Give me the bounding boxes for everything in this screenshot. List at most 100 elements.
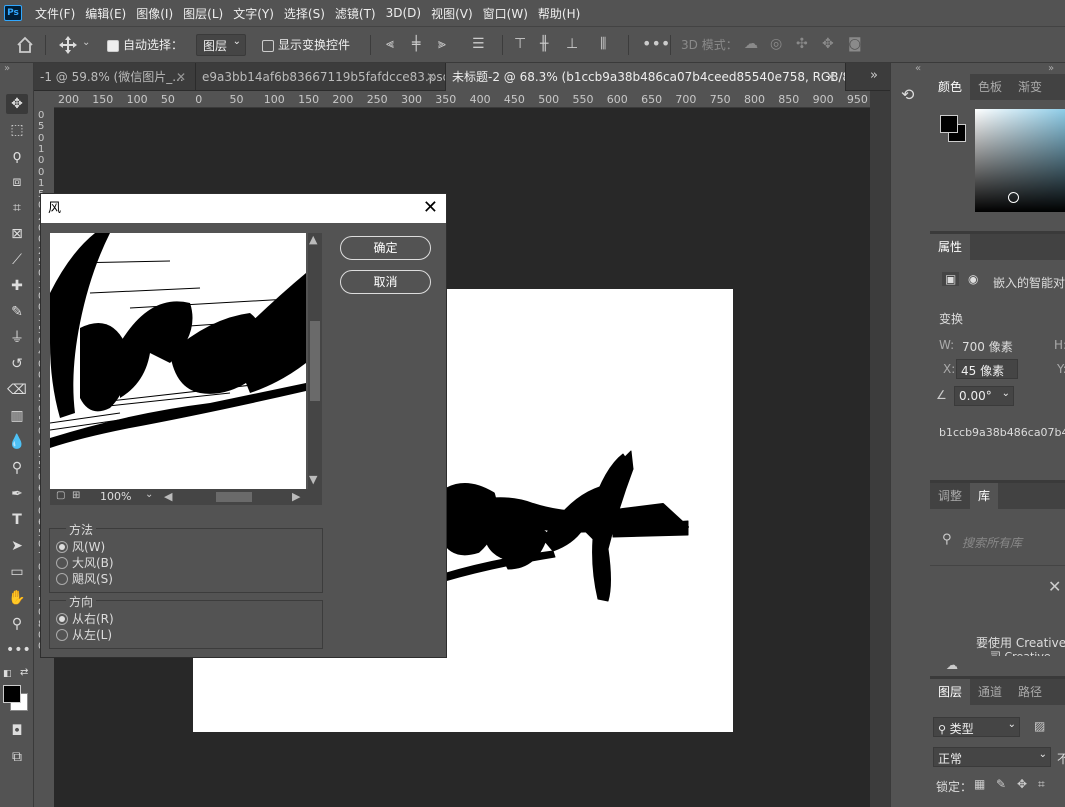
slide-3d-icon[interactable]: ✥ — [822, 36, 834, 52]
tab-paths[interactable]: 路径 — [1010, 679, 1050, 705]
distribute-h-icon[interactable]: ⫼ — [600, 36, 606, 52]
fg-color-swatch[interactable] — [940, 115, 958, 133]
h-scroll-thumb[interactable] — [216, 492, 252, 502]
tab-gradients[interactable]: 渐变 — [1010, 74, 1050, 100]
zoom-tool-icon[interactable]: ⚲ — [6, 614, 28, 634]
scroll-thumb[interactable] — [310, 321, 320, 401]
arrow-left-icon[interactable]: ◀ — [164, 490, 172, 503]
cloud-sync-icon[interactable]: ☁ — [946, 658, 958, 672]
lock-pixels-icon[interactable]: ▦ — [974, 777, 985, 791]
layer-kind-filter[interactable]: ⚲ 类型 ⌄ — [933, 717, 1020, 737]
menu-window[interactable]: 窗口(W) — [478, 5, 533, 22]
ok-button[interactable]: 确定 — [340, 236, 431, 260]
radio-selected-icon[interactable] — [56, 540, 68, 553]
swap-colors-icon[interactable]: ⇄ — [20, 667, 28, 678]
radio-unselected-icon[interactable] — [56, 628, 68, 641]
blend-mode-dropdown[interactable]: 正常 ⌄ — [933, 747, 1051, 767]
screen-mode-icon[interactable]: ⧉ — [6, 747, 28, 767]
stamp-tool-icon[interactable]: ⏚ — [6, 328, 28, 348]
crop-tool-icon[interactable]: ⌗ — [6, 198, 28, 218]
collapse-icon[interactable]: « — [915, 63, 921, 74]
healing-brush-tool-icon[interactable]: ✚ — [6, 276, 28, 296]
radio-unselected-icon[interactable] — [56, 572, 68, 585]
lock-paint-icon[interactable]: ✎ — [996, 777, 1006, 791]
rectangle-tool-icon[interactable]: ▭ — [6, 562, 28, 582]
radio-stagger[interactable]: 飓风(S) — [56, 570, 113, 587]
menu-file[interactable]: 文件(F) — [30, 5, 80, 22]
canvas-vertical-scrollbar[interactable] — [870, 91, 890, 807]
auto-select-checkbox[interactable]: 自动选择： — [107, 36, 183, 53]
w-value[interactable]: 700 像素 — [962, 338, 1013, 355]
menu-layer[interactable]: 图层(L) — [178, 5, 228, 22]
history-brush-tool-icon[interactable]: ↺ — [6, 354, 28, 374]
move-tool-icon[interactable]: ✥ — [6, 94, 28, 114]
tab-doc-2[interactable]: e9a3bb14af6b83667119b5fafdcce83.psd — [196, 63, 446, 91]
radio-from-right[interactable]: 从右(R) — [56, 610, 114, 627]
image-filter-icon[interactable]: ▨ — [1034, 719, 1045, 733]
color-picker-handle[interactable] — [1008, 192, 1019, 203]
align-middle-v-icon[interactable]: ╫ — [540, 36, 548, 52]
align-right-icon[interactable]: ⫸ — [438, 36, 446, 52]
library-search-input[interactable]: 搜索所有库 — [962, 534, 1022, 551]
arrow-down-icon[interactable]: ▼ — [309, 473, 317, 486]
auto-select-dropdown[interactable]: 图层 ⌄ — [196, 34, 246, 56]
tab-layers[interactable]: 图层 — [930, 679, 971, 705]
tab-adjustments[interactable]: 调整 — [930, 483, 970, 509]
eraser-tool-icon[interactable]: ⌫ — [6, 380, 28, 400]
type-tool-icon[interactable]: T — [6, 510, 28, 530]
menu-type[interactable]: 文字(Y) — [228, 5, 279, 22]
tab-channels[interactable]: 通道 — [970, 679, 1010, 705]
menu-3d[interactable]: 3D(D) — [381, 6, 426, 20]
zoom-in-icon[interactable]: ⊞ — [72, 490, 80, 501]
hand-tool-icon[interactable]: ✋ — [6, 588, 28, 608]
menu-view[interactable]: 视图(V) — [426, 5, 478, 22]
brush-tool-icon[interactable]: ✎ — [6, 302, 28, 322]
align-top-icon[interactable]: ⊤ — [514, 36, 526, 52]
zoom-out-icon[interactable]: ▢ — [56, 490, 65, 501]
radio-unselected-icon[interactable] — [56, 556, 68, 569]
blur-tool-icon[interactable]: 💧 — [6, 432, 28, 452]
menu-image[interactable]: 图像(I) — [131, 5, 178, 22]
orbit-3d-icon[interactable]: ☁ — [744, 36, 758, 52]
filter-preview[interactable] — [50, 233, 306, 489]
angle-field[interactable]: 0.00° ⌄ — [954, 386, 1014, 406]
roll-3d-icon[interactable]: ◎ — [770, 36, 782, 52]
checkbox-unchecked-icon[interactable] — [262, 39, 274, 52]
marquee-tool-icon[interactable]: ⬚ — [6, 120, 28, 140]
mask-icon[interactable]: ◉ — [968, 272, 978, 286]
pen-tool-icon[interactable]: ✒ — [6, 484, 28, 504]
history-panel-icon[interactable]: ⟲ — [901, 85, 914, 104]
tab-color[interactable]: 颜色 — [930, 74, 971, 100]
align-bottom-icon[interactable]: ⊥ — [566, 36, 578, 52]
dodge-tool-icon[interactable]: ⚲ — [6, 458, 28, 478]
collapse-icon[interactable]: » — [4, 63, 10, 74]
lock-artboard-icon[interactable]: ⌗ — [1038, 777, 1045, 792]
align-left-icon[interactable]: ⫷ — [386, 36, 394, 52]
close-icon[interactable]: ✕ — [826, 70, 836, 84]
lasso-tool-icon[interactable]: ϙ — [6, 146, 28, 166]
lock-position-icon[interactable]: ✥ — [1017, 777, 1027, 791]
radio-selected-icon[interactable] — [56, 612, 68, 625]
tab-libraries[interactable]: 库 — [970, 483, 999, 509]
radio-wind[interactable]: 风(W) — [56, 538, 105, 555]
radio-blast[interactable]: 大风(B) — [56, 554, 114, 571]
menu-edit[interactable]: 编辑(E) — [80, 5, 131, 22]
eyedropper-tool-icon[interactable]: ⟋ — [6, 250, 28, 270]
color-picker-field[interactable] — [975, 109, 1065, 212]
cancel-button[interactable]: 取消 — [340, 270, 431, 294]
radio-from-left[interactable]: 从左(L) — [56, 626, 112, 643]
menu-filter[interactable]: 滤镜(T) — [330, 5, 381, 22]
close-icon[interactable]: ✕ — [426, 70, 436, 84]
align-center-h-icon[interactable]: ╪ — [412, 36, 420, 52]
frame-tool-icon[interactable]: ⊠ — [6, 224, 28, 244]
menu-select[interactable]: 选择(S) — [279, 5, 330, 22]
arrow-up-icon[interactable]: ▲ — [309, 233, 317, 246]
tab-properties[interactable]: 属性 — [930, 234, 971, 260]
menu-help[interactable]: 帮助(H) — [533, 5, 585, 22]
chevron-down-icon[interactable]: ⌄ — [145, 489, 153, 500]
close-icon[interactable]: ✕ — [423, 197, 438, 219]
default-colors-icon[interactable]: ◧ — [3, 669, 12, 679]
gradient-tool-icon[interactable]: ▥ — [6, 406, 28, 426]
more-options-icon[interactable]: ••• — [642, 34, 670, 53]
camera-3d-icon[interactable]: ◙ — [848, 36, 862, 52]
